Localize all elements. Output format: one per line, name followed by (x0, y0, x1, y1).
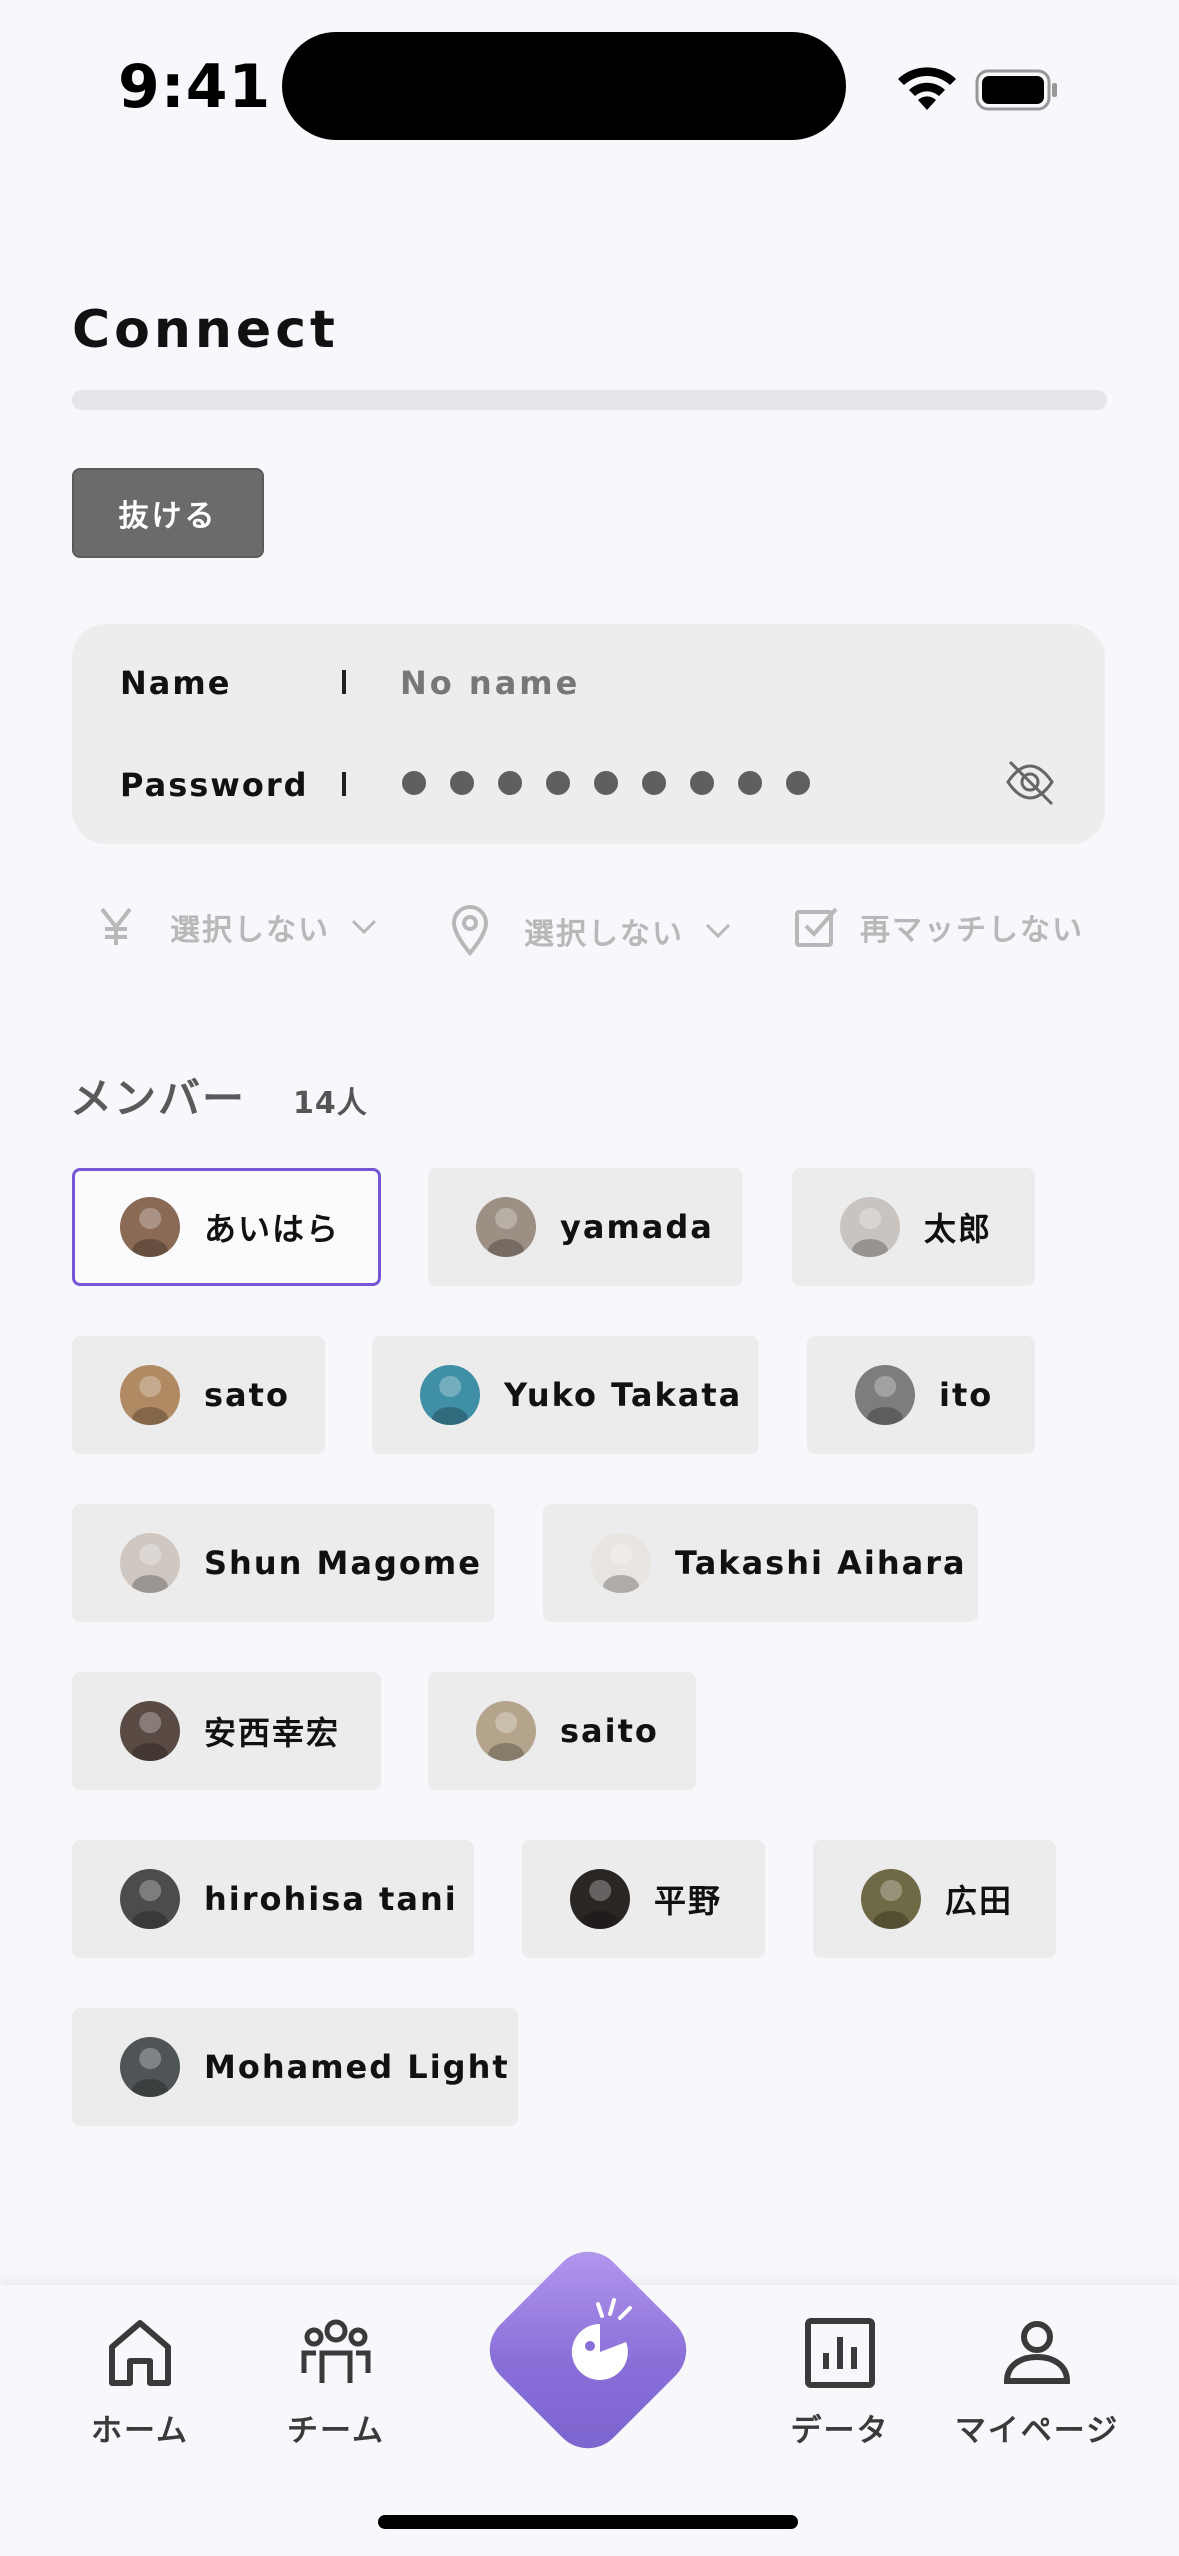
password-dot (642, 771, 666, 795)
chevron-down-icon (351, 919, 377, 935)
avatar (476, 1197, 536, 1257)
checkbox-icon (795, 907, 838, 947)
member-chip[interactable]: sato (72, 1336, 325, 1454)
battery-icon (975, 69, 1057, 111)
exit-button[interactable]: 抜ける (72, 468, 264, 558)
wifi-icon (898, 67, 956, 110)
match-icon (571, 2298, 632, 2380)
eye-off-icon[interactable] (1002, 754, 1058, 810)
avatar (120, 1365, 180, 1425)
location-filter-label: 選択しない (524, 917, 684, 952)
password-dot (690, 771, 714, 795)
member-chip[interactable]: 太郎 (792, 1168, 1035, 1286)
avatar (120, 1533, 180, 1593)
member-name: ito (939, 1376, 994, 1414)
password-dot (498, 771, 522, 795)
nav-team[interactable]: チーム (256, 2315, 416, 2450)
chevron-down-icon (705, 923, 731, 939)
password-dot (738, 771, 762, 795)
member-name: 太郎 (924, 1210, 993, 1248)
rematch-filter[interactable]: 再マッチしない (794, 905, 1084, 949)
team-icon (301, 2319, 371, 2383)
member-chip[interactable]: saito (428, 1672, 696, 1790)
name-separator (342, 670, 346, 694)
progress-bar (72, 390, 1107, 410)
member-chip[interactable]: 広田 (813, 1840, 1056, 1958)
member-chip[interactable]: hirohisa tani (72, 1840, 474, 1958)
members-count: 14人 (293, 1086, 368, 1121)
nav-team-label: チーム (286, 2413, 386, 2449)
price-filter-label: 選択しない (170, 913, 330, 948)
nav-mypage[interactable]: マイページ (954, 2315, 1120, 2450)
members-heading: メンバー (70, 1074, 247, 1123)
member-name: 安西幸宏 (204, 1714, 341, 1752)
avatar (855, 1365, 915, 1425)
nav-home[interactable]: ホーム (60, 2315, 220, 2450)
password-separator (342, 772, 346, 796)
member-name: 平野 (654, 1882, 723, 1920)
member-name: あいはら (204, 1210, 341, 1248)
member-chip[interactable]: ito (807, 1336, 1035, 1454)
password-label: Password (120, 766, 309, 804)
nav-mypage-label: マイページ (954, 2413, 1120, 2449)
page-title: Connect (72, 300, 339, 360)
member-name: Takashi Aihara (675, 1544, 967, 1582)
avatar (476, 1701, 536, 1761)
member-chip[interactable]: 平野 (522, 1840, 765, 1958)
avatar (570, 1869, 630, 1929)
home-icon (109, 2320, 171, 2386)
password-dot (786, 771, 810, 795)
password-dot (546, 771, 570, 795)
member-name: yamada (560, 1208, 714, 1246)
price-filter[interactable]: 選択しない (98, 905, 378, 949)
password-dot (402, 771, 426, 795)
home-indicator (378, 2515, 798, 2529)
member-chip[interactable]: 安西幸宏 (72, 1672, 381, 1790)
user-icon (1003, 2321, 1071, 2384)
nav-home-label: ホーム (90, 2413, 190, 2449)
member-name: saito (560, 1712, 659, 1750)
member-chip[interactable]: Yuko Takata (372, 1336, 759, 1454)
name-field[interactable]: No name (400, 664, 580, 702)
member-name: hirohisa tani (204, 1880, 458, 1918)
member-chip[interactable]: Shun Magome (72, 1504, 495, 1622)
avatar (840, 1197, 900, 1257)
member-name: Mohamed Light (204, 2048, 510, 2086)
member-name: 広田 (945, 1882, 1014, 1920)
avatar (861, 1869, 921, 1929)
avatar (120, 1701, 180, 1761)
avatar (420, 1365, 480, 1425)
password-field[interactable] (402, 771, 810, 795)
rematch-filter-label: 再マッチしない (860, 913, 1084, 948)
location-pin-icon (451, 905, 489, 957)
password-dot (450, 771, 474, 795)
member-chip[interactable]: Takashi Aihara (543, 1504, 978, 1622)
member-name: sato (204, 1376, 290, 1414)
name-label: Name (120, 664, 232, 702)
member-chip[interactable]: Mohamed Light (72, 2008, 518, 2126)
nav-data-label: データ (790, 2413, 890, 2449)
status-time: 9:41 (118, 52, 272, 122)
avatar (120, 1197, 180, 1257)
dynamic-island (282, 32, 846, 140)
avatar (120, 2037, 180, 2097)
member-chip[interactable]: あいはら (72, 1168, 381, 1286)
chart-icon (805, 2318, 875, 2388)
avatar (120, 1869, 180, 1929)
password-dot (594, 771, 618, 795)
nav-data[interactable]: データ (760, 2315, 920, 2450)
avatar (591, 1533, 651, 1593)
yen-icon (100, 907, 132, 945)
location-filter[interactable]: 選択しない (450, 905, 732, 957)
member-name: Yuko Takata (504, 1376, 743, 1414)
credentials-card: Name No name Password (72, 624, 1105, 844)
member-name: Shun Magome (204, 1544, 482, 1582)
member-chip[interactable]: yamada (428, 1168, 743, 1286)
